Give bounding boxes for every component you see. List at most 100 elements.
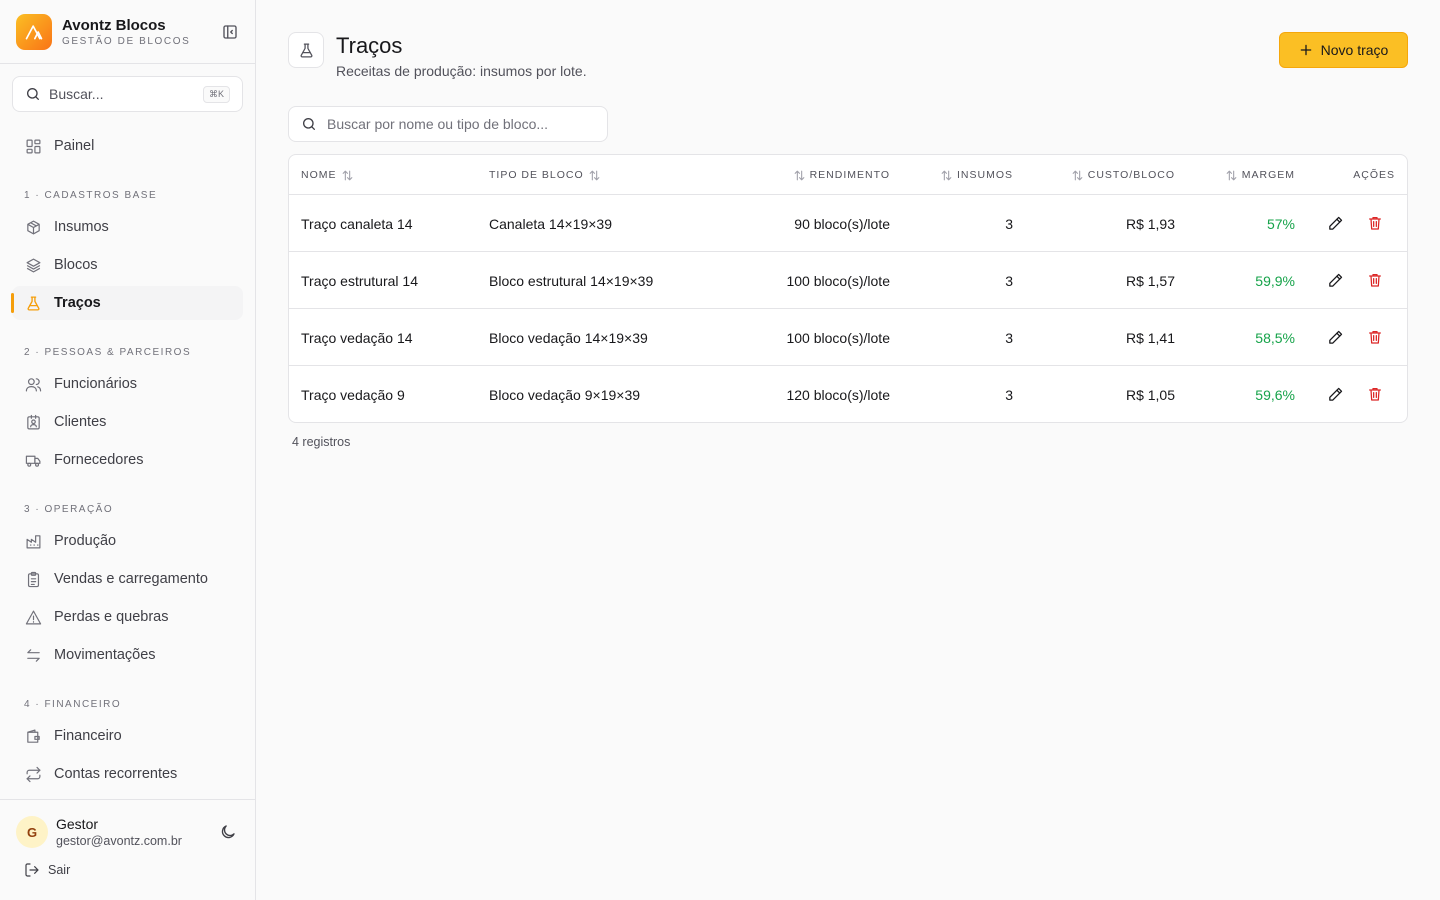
sidebar-item-fornecedores[interactable]: Fornecedores (12, 443, 243, 477)
sidebar-item-label: Movimentações (54, 647, 156, 663)
warning-icon (24, 608, 42, 626)
cell-insumos: 3 (1005, 215, 1013, 232)
search-shortcut-badge: ⌘K (202, 85, 230, 103)
column-header-margem[interactable]: MARGEM (1221, 155, 1295, 195)
table-search-input[interactable]: Buscar por nome ou tipo de bloco... (288, 106, 608, 142)
column-header-insumos[interactable]: INSUMOS (936, 155, 1013, 195)
cell-insumos: 3 (1005, 386, 1013, 403)
logout-button[interactable]: Sair (24, 862, 70, 878)
sidebar-item-label: Painel (54, 138, 95, 154)
new-traco-button[interactable]: Novo traço (1279, 32, 1408, 68)
cell-rendimento: 90 bloco(s)/lote (794, 215, 890, 232)
package-icon (24, 218, 42, 236)
section-label-operacao: 3 · OPERAÇÃO (24, 504, 114, 515)
flask-icon (24, 294, 42, 312)
edit-icon[interactable] (1325, 384, 1345, 404)
moon-icon[interactable] (216, 820, 240, 844)
table-row[interactable]: Traço canaleta 14 Canaleta 14×19×39 90 blo… (289, 195, 1407, 252)
record-count: 4 registros (292, 435, 351, 449)
sidebar-item-clientes[interactable]: Clientes (12, 405, 243, 439)
column-header-nome[interactable]: NOME (301, 155, 358, 195)
sidebar-item-blocos[interactable]: Blocos (12, 248, 243, 282)
column-header-tipo[interactable]: TIPO DE BLOCO (489, 155, 605, 195)
column-label: CUSTO/BLOCO (1087, 169, 1175, 181)
search-icon (303, 118, 315, 130)
arrows-icon (24, 646, 42, 664)
logout-icon (25, 863, 39, 877)
edit-icon[interactable] (1325, 270, 1345, 290)
sidebar-item-painel[interactable]: Painel (12, 129, 243, 163)
sidebar-item-funcionarios[interactable]: Funcionários (12, 367, 243, 401)
cell-nome: Traço vedação 14 (301, 329, 413, 346)
table-row[interactable]: Traço estrutural 14 Bloco estrutural 14×1… (289, 252, 1407, 309)
sidebar-item-vendas[interactable]: Vendas e carregamento (12, 562, 243, 596)
sort-icon (940, 169, 953, 182)
cell-custo: R$ 1,05 (1125, 386, 1175, 403)
tracos-table: NOME TIPO DE BLOCO RENDIMENTO INSUMOS CU… (288, 154, 1408, 423)
sidebar-item-contas-recorrentes[interactable]: Contas recorrentes (12, 757, 243, 791)
sidebar-item-label: Contas recorrentes (54, 766, 178, 782)
cell-nome: Traço canaleta 14 (301, 215, 413, 232)
sidebar-collapse-icon[interactable] (220, 22, 240, 42)
cell-margem: 59,6% (1255, 386, 1295, 403)
sidebar-item-financeiro[interactable]: Financeiro (12, 719, 243, 753)
column-header-rendimento[interactable]: RENDIMENTO (789, 155, 890, 195)
table-row[interactable]: Traço vedação 9 Bloco vedação 9×19×39 120 … (289, 366, 1407, 422)
user-name: Gestor (56, 815, 99, 832)
page-subtitle: Receitas de produção: insumos por lote. (336, 63, 587, 79)
avatar: G (16, 816, 48, 848)
cell-margem: 58,5% (1255, 329, 1295, 346)
sidebar-item-perdas[interactable]: Perdas e quebras (12, 600, 243, 634)
cell-nome: Traço estrutural 14 (301, 272, 418, 289)
cell-tipo: Bloco vedação 9×19×39 (489, 386, 641, 403)
divider (0, 799, 255, 800)
cell-margem: 59,9% (1255, 272, 1295, 289)
divider (0, 63, 255, 64)
column-label: INSUMOS (956, 169, 1013, 181)
cell-rendimento: 100 bloco(s)/lote (786, 329, 890, 346)
plus-icon (1299, 43, 1313, 57)
sidebar-item-label: Funcionários (54, 376, 138, 392)
search-icon (27, 88, 39, 100)
sidebar-item-label: Blocos (54, 257, 98, 273)
logout-label: Sair (48, 863, 71, 877)
table-header: NOME TIPO DE BLOCO RENDIMENTO INSUMOS CU… (289, 155, 1407, 195)
cell-custo: R$ 1,57 (1125, 272, 1175, 289)
sort-icon (341, 169, 354, 182)
column-label: AÇÕES (1353, 169, 1395, 181)
sidebar-item-label: Insumos (54, 219, 109, 235)
brand-logo-icon (16, 14, 52, 50)
repeat-icon (24, 765, 42, 783)
cell-insumos: 3 (1005, 329, 1013, 346)
cell-rendimento: 120 bloco(s)/lote (786, 386, 890, 403)
delete-icon[interactable] (1365, 384, 1385, 404)
edit-icon[interactable] (1325, 213, 1345, 233)
sidebar-item-insumos[interactable]: Insumos (12, 210, 243, 244)
dashboard-icon (24, 137, 42, 155)
wallet-icon (24, 727, 42, 745)
sidebar-item-producao[interactable]: Produção (12, 524, 243, 558)
cell-tipo: Canaleta 14×19×39 (489, 215, 612, 232)
column-header-custo[interactable]: CUSTO/BLOCO (1067, 155, 1175, 195)
cell-tipo: Bloco vedação 14×19×39 (489, 329, 648, 346)
new-traco-label: Novo traço (1320, 42, 1389, 58)
column-label: RENDIMENTO (809, 169, 890, 181)
sidebar-item-tracos[interactable]: Traços (11, 286, 243, 320)
sidebar-search-input[interactable]: Buscar... ⌘K (12, 76, 243, 112)
sidebar-item-label: Fornecedores (54, 452, 144, 468)
table-search-placeholder: Buscar por nome ou tipo de bloco... (327, 116, 549, 132)
sidebar-item-movimentacoes[interactable]: Movimentações (12, 638, 243, 672)
delete-icon[interactable] (1365, 213, 1385, 233)
section-label-cadastros: 1 · CADASTROS BASE (24, 190, 158, 201)
sort-icon (588, 169, 601, 182)
delete-icon[interactable] (1365, 327, 1385, 347)
cell-custo: R$ 1,41 (1125, 329, 1175, 346)
factory-icon (24, 532, 42, 550)
column-label: MARGEM (1241, 169, 1295, 181)
brand-name: Avontz Blocos (62, 16, 166, 34)
column-label: TIPO DE BLOCO (489, 169, 584, 181)
contact-icon (24, 413, 42, 431)
delete-icon[interactable] (1365, 270, 1385, 290)
edit-icon[interactable] (1325, 327, 1345, 347)
table-row[interactable]: Traço vedação 14 Bloco vedação 14×19×39 10… (289, 309, 1407, 366)
